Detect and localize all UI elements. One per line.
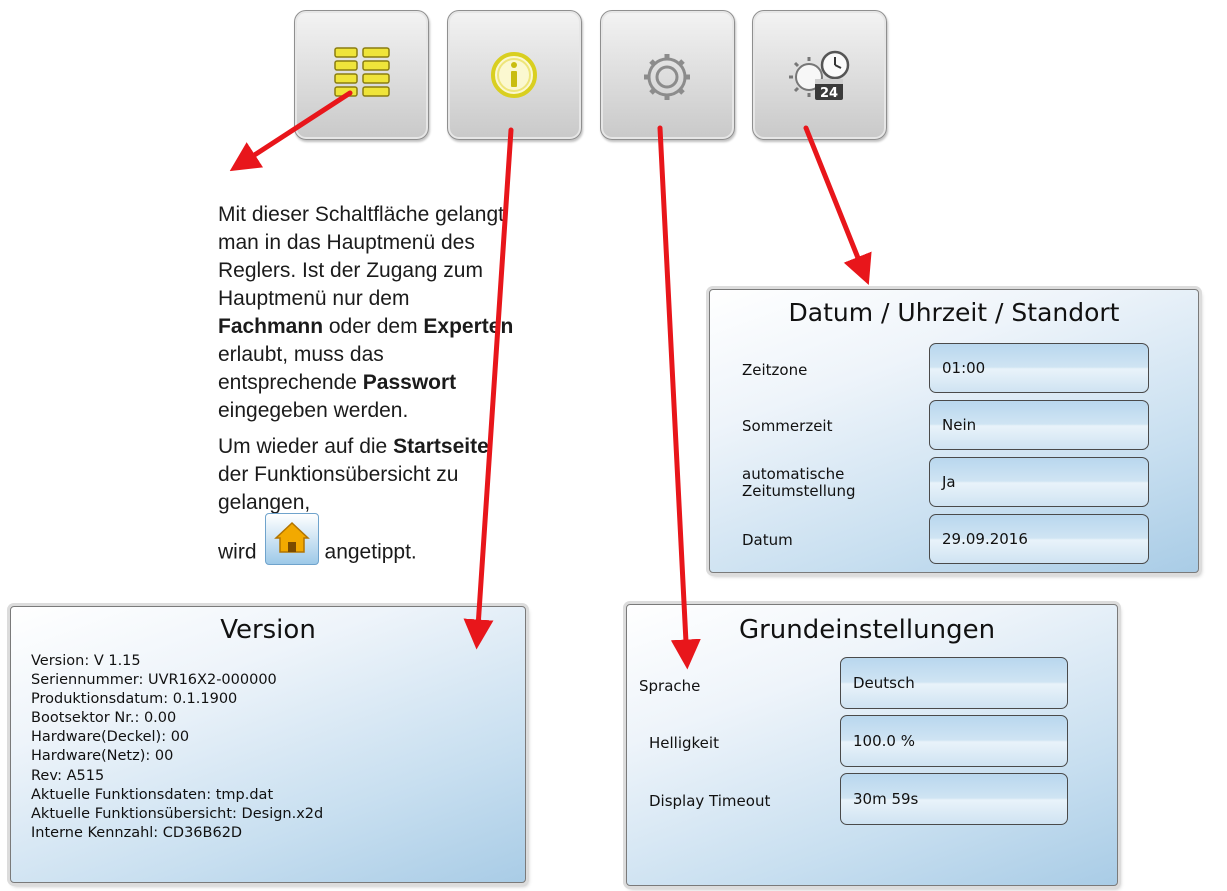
arrow-date-time	[803, 125, 872, 285]
annotation-arrows	[229, 90, 872, 670]
arrow-settings	[657, 125, 701, 670]
arrow-info	[463, 127, 514, 650]
arrow-main-menu	[229, 90, 353, 172]
